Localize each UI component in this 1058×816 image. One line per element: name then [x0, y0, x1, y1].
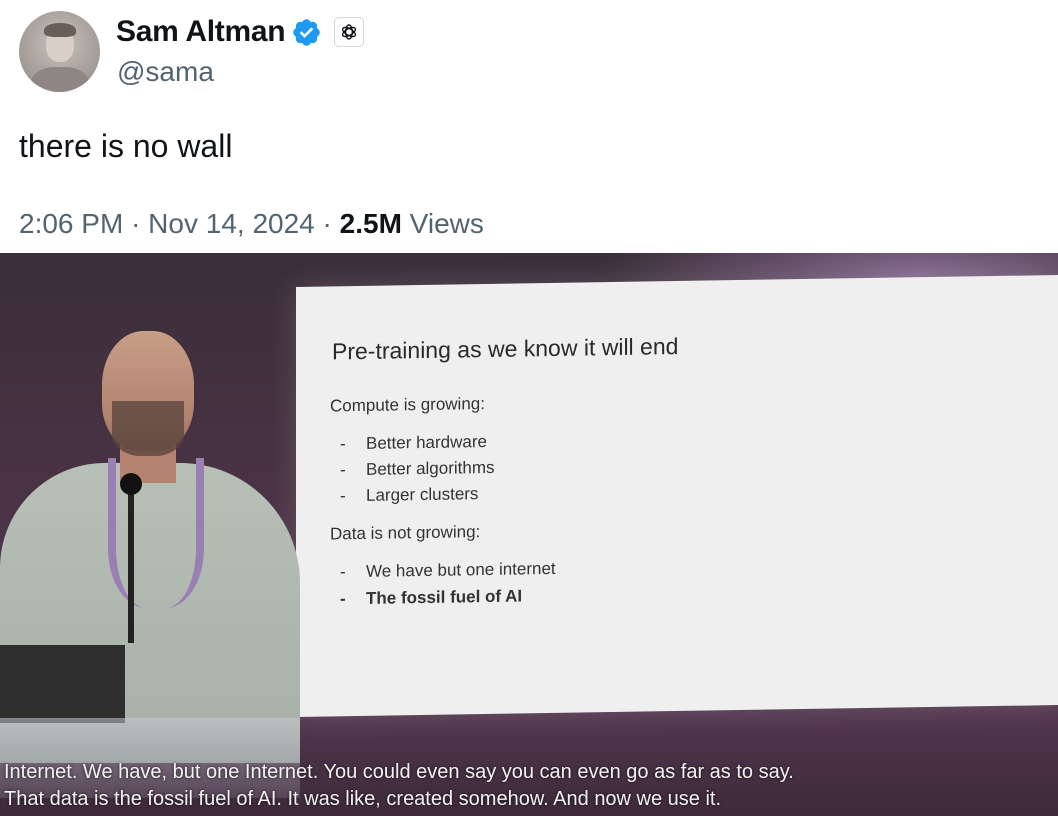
slide-heading-compute: Compute is growing:: [330, 394, 485, 416]
meta-separator: ·: [322, 208, 332, 239]
presentation-slide: Pre-training as we know it will end Comp…: [296, 274, 1058, 717]
caption-line: Internet. We have, but one Internet. You…: [4, 761, 794, 783]
slide-bullet: - Larger clusters: [340, 484, 478, 506]
slide-bullet: - Better algorithms: [340, 458, 495, 480]
meta-separator: ·: [131, 208, 141, 239]
slide-bullet-text: We have but one internet: [366, 558, 556, 581]
author-name-row: Sam Altman: [116, 12, 365, 52]
author-handle[interactable]: @sama: [117, 56, 214, 88]
avatar[interactable]: [19, 11, 100, 92]
bullet-dash: -: [340, 589, 346, 609]
microphone-stand: [128, 483, 134, 643]
laptop: [0, 645, 125, 723]
verified-badge-icon[interactable]: [291, 17, 322, 48]
slide-bullet-text: Better hardware: [366, 432, 487, 453]
tweet-date[interactable]: Nov 14, 2024: [148, 208, 315, 239]
bullet-dash: -: [340, 562, 346, 582]
avatar-hair: [44, 23, 76, 37]
caption-line: That data is the fossil fuel of AI. It w…: [4, 788, 722, 810]
slide-bullet: - We have but one internet: [340, 559, 556, 582]
tweet-text: there is no wall: [19, 128, 233, 164]
microphone-icon: [120, 473, 142, 495]
bullet-dash: -: [340, 460, 346, 480]
tweet-time[interactable]: 2:06 PM: [19, 208, 123, 239]
tweet-meta: 2:06 PM · Nov 14, 2024 · 2.5M Views: [19, 208, 484, 240]
views-label: Views: [409, 208, 484, 239]
views-count: 2.5M: [339, 208, 402, 239]
slide-bullet-text: The fossil fuel of AI: [366, 586, 523, 608]
slide-title: Pre-training as we know it will end: [332, 332, 679, 365]
avatar-shirt: [31, 67, 89, 92]
bullet-dash: -: [340, 486, 346, 506]
speaker-beard: [112, 401, 184, 456]
slide-bullet: - The fossil fuel of AI: [340, 586, 522, 609]
video-captions: Internet. We have, but one Internet. You…: [4, 759, 794, 813]
slide-bullet-text: Better algorithms: [366, 457, 495, 479]
author-display-name[interactable]: Sam Altman: [116, 15, 286, 49]
slide-heading-data: Data is not growing:: [330, 522, 481, 544]
openai-logo-icon[interactable]: [334, 17, 365, 47]
bullet-dash: -: [340, 434, 346, 454]
speaker: [0, 323, 300, 798]
slide-bullet: - Better hardware: [340, 432, 487, 454]
tweet-photo[interactable]: Pre-training as we know it will end Comp…: [0, 253, 1058, 816]
slide-bullet-text: Larger clusters: [366, 484, 479, 505]
